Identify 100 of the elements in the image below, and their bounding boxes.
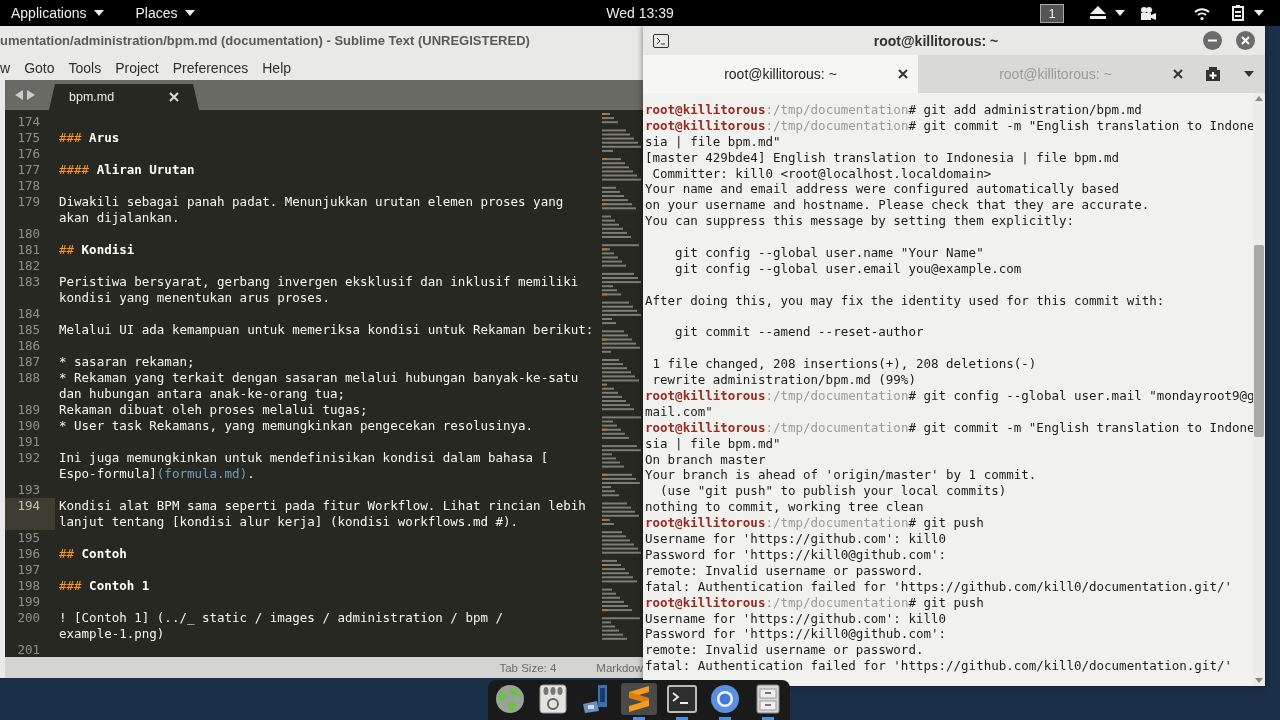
terminal-tab[interactable]: root@killitorous: ~ bbox=[643, 55, 918, 93]
terminal-line: on your username and hostname. Please check that they are accurate. bbox=[645, 197, 1151, 214]
terminal-line: root@killitorous:/tmp/documentation# git add administration/bpm.md bbox=[645, 102, 1143, 118]
line-number: 183 bbox=[16, 274, 41, 291]
line-number: 182 bbox=[16, 258, 41, 274]
terminal-line: sia | file bpm.md" bbox=[645, 133, 782, 150]
terminal-line: Username for 'https://github.com': kill0 bbox=[645, 610, 948, 627]
line-number: 177 bbox=[16, 162, 41, 178]
terminal-line: sia | file bpm.md" bbox=[645, 435, 782, 452]
code-line: ! [Contoh 1] (../_ static / images / administration / bpm / example-1.png) bbox=[58, 610, 503, 642]
menu-button[interactable]: Places bbox=[135, 5, 195, 21]
terminal-icon bbox=[653, 33, 669, 48]
line-number: 193 bbox=[16, 482, 41, 498]
code-line: Kondisi alat BPM sama seperti pada fitur Workflow. Lihat rincian lebih lanjut tentang [kondisi alur kerja] (kondisi workflows.md #). bbox=[58, 498, 586, 530]
terminal-line: You can suppress this message by setting them explicitly: bbox=[645, 213, 1075, 230]
terminal-line: nothing to commit, working tree clean bbox=[645, 499, 925, 516]
code-line: * User task Rekamans, yang memungkinkan pengecekan resolusinya. bbox=[58, 418, 534, 434]
line-number: 196 bbox=[16, 546, 41, 562]
scroll-down-icon[interactable] bbox=[1255, 678, 1263, 683]
line-number: 190 bbox=[16, 418, 41, 434]
window-title: umentation/administration/bpm.md (documentation) - Sublime Text (UNREGISTERED) bbox=[0, 33, 530, 48]
browser-icon bbox=[710, 684, 741, 714]
logo-icon bbox=[627, 684, 651, 714]
line-number: 180 bbox=[16, 226, 41, 242]
code-line: Rekaman dibuat oleh proses melalui tugas; bbox=[58, 402, 368, 418]
new-tab-icon[interactable] bbox=[1204, 67, 1221, 81]
status-text[interactable]: Markdow bbox=[596, 661, 643, 674]
line-number: 194 bbox=[5, 498, 55, 530]
line-number: 198 bbox=[16, 578, 41, 594]
line-number: 200 bbox=[16, 610, 41, 627]
back-icon[interactable] bbox=[15, 90, 23, 100]
line-number: 174 bbox=[16, 114, 41, 130]
window-title: root@killitorous: ~ bbox=[872, 32, 1000, 49]
control-panel-icon bbox=[538, 684, 567, 714]
terminal-line: Username for 'https://github.com': kill0 bbox=[645, 531, 948, 547]
terminal-icon bbox=[667, 685, 698, 713]
close-button[interactable] bbox=[1236, 31, 1255, 50]
caret-icon[interactable] bbox=[1243, 71, 1254, 77]
terminal-line: root@killitorous:/tmp/documentation# git push bbox=[645, 594, 985, 611]
menu-button[interactable]: Applications bbox=[11, 5, 104, 21]
terminal-line: root@killitorous:/tmp/documentation# git push bbox=[645, 515, 985, 532]
line-number: 188 bbox=[16, 370, 41, 387]
terminal-line: git config --global user.name "Your Name" bbox=[674, 245, 985, 261]
menu-item[interactable]: w bbox=[0, 59, 11, 76]
menu-item[interactable]: Preferences bbox=[172, 59, 249, 76]
menu-item[interactable]: Tools bbox=[68, 59, 102, 76]
line-number: 197 bbox=[16, 562, 41, 578]
caret-icon bbox=[1254, 10, 1264, 16]
workspace-indicator[interactable]: 1 bbox=[1040, 3, 1064, 23]
line-number: 181 bbox=[16, 242, 41, 258]
terminal-line: git commit --amend --reset-author bbox=[674, 324, 925, 341]
line-number: 191 bbox=[16, 434, 41, 450]
code-line: #### Aliran Urutan bbox=[58, 162, 195, 178]
terminal-line: Password for 'https://kill0@github.com': bbox=[645, 546, 948, 563]
code-line: Ini juga memungkinkan untuk mendefinisikan kondisi dalam bahasa [ Espo-formula](formula.md). bbox=[58, 450, 549, 482]
line-number: 201 bbox=[16, 642, 41, 657]
terminal-line: [master 429bde4] English translation to Indonesia | file bpm.md bbox=[645, 149, 1121, 166]
terminal-line: Your branch is ahead of 'origin/master' by 1 commit. bbox=[645, 467, 1038, 484]
terminal-line: root@killitorous:/tmp/documentation# git config --global user.mail "mondayroot9@g bbox=[645, 388, 1253, 404]
code-line: * sasaran rekaman; bbox=[58, 354, 195, 370]
terminal-line: (use "git push" to publish your local commits) bbox=[659, 483, 1008, 500]
terminal-line: mail.com" bbox=[645, 403, 714, 420]
line-number: 175 bbox=[16, 130, 41, 146]
clock[interactable]: Wed 13:39 bbox=[606, 5, 674, 21]
close-icon[interactable] bbox=[1173, 69, 1183, 79]
file-cabinet-icon bbox=[756, 684, 781, 714]
code-line: ## Kondisi bbox=[58, 242, 135, 258]
line-number: 178 bbox=[16, 178, 41, 194]
camera-icon[interactable] bbox=[1140, 6, 1156, 20]
file-tab[interactable]: bpm.md bbox=[49, 84, 199, 110]
code-line: ## Contoh bbox=[58, 546, 127, 562]
forward-icon[interactable] bbox=[27, 90, 35, 100]
line-number: 199 bbox=[16, 594, 41, 610]
line-number: 195 bbox=[16, 530, 41, 546]
menu-item[interactable]: Project bbox=[115, 59, 159, 76]
globe-icon bbox=[494, 684, 525, 714]
wifi-icon[interactable] bbox=[1194, 6, 1210, 20]
battery-icon[interactable] bbox=[1232, 5, 1244, 21]
terminal-line: rewrite administration/bpm.md (99%) bbox=[651, 372, 917, 389]
terminal-line: Password for 'https://kill0@github.com': bbox=[645, 626, 948, 643]
minimize-button[interactable] bbox=[1203, 31, 1222, 50]
line-number: 179 bbox=[16, 194, 41, 211]
code-line: * Rekaman yang terkait dengan sasaran melalui hubungan banyak-ke-satu dan hubungan antara anak-ke-orang tua; bbox=[58, 370, 579, 402]
scroll-up-icon[interactable] bbox=[1255, 96, 1263, 101]
caret-icon bbox=[93, 10, 104, 16]
terminal-line: On branch master bbox=[645, 451, 767, 468]
caret-icon bbox=[1115, 10, 1125, 16]
terminal-line: fatal: Authentication failed for 'https://github.com/kill0/documentation.git/' bbox=[645, 658, 1233, 675]
terminal-line: Committer: kill0 <root@localhost.localdomain> bbox=[651, 165, 993, 182]
scrollbar-thumb[interactable] bbox=[1254, 245, 1264, 437]
code-line: Melalui UI ada kemampuan untuk memeriksa kondisi untuk Rekaman berikut: bbox=[58, 322, 594, 338]
menu-item[interactable]: Help bbox=[262, 59, 292, 76]
line-number: 187 bbox=[16, 354, 41, 370]
menu-item[interactable]: Goto bbox=[24, 59, 55, 76]
code-line: Peristiwa bersyarat, gerbang invergen eksklusif dan inklusif memiliki kondisi yang menentukan arus proses. bbox=[58, 274, 579, 306]
caret-icon bbox=[184, 10, 195, 16]
close-icon[interactable] bbox=[898, 69, 908, 79]
line-number: 176 bbox=[16, 146, 41, 162]
status-text[interactable]: Tab Size: 4 bbox=[499, 661, 557, 674]
eject-icon[interactable] bbox=[1090, 6, 1106, 20]
